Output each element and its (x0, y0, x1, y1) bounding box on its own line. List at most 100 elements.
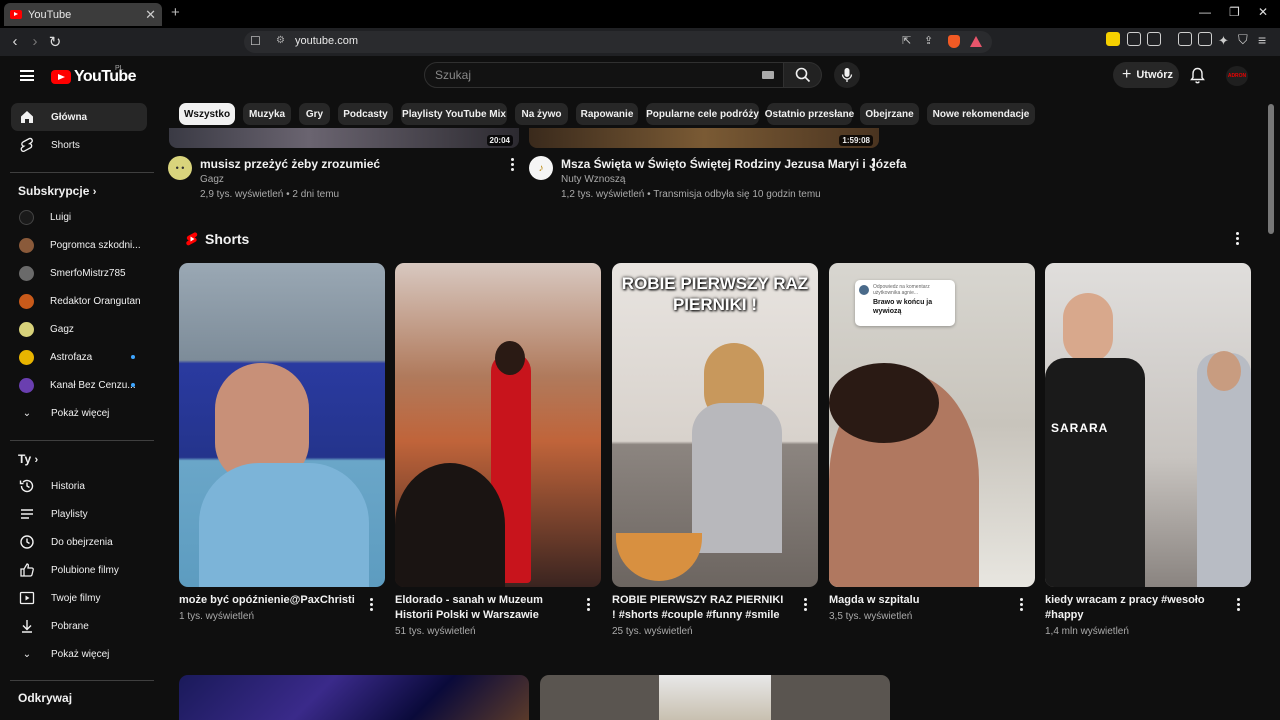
sidebar-item-subscription[interactable]: Gagz (11, 315, 147, 343)
brave-rewards-icon[interactable] (970, 36, 982, 47)
menu-icon[interactable]: ≡ (1258, 32, 1266, 48)
more-actions-icon[interactable] (872, 158, 876, 172)
chip[interactable]: Ostatnio przesłane (765, 103, 854, 125)
search-input[interactable] (424, 62, 784, 88)
video-icon (19, 590, 35, 606)
account-avatar[interactable]: ADRON (1226, 66, 1248, 86)
chip[interactable]: Popularne cele podróży (646, 103, 759, 125)
chip[interactable]: Obejrzane (860, 103, 919, 125)
notifications-bell-icon[interactable] (1190, 67, 1205, 84)
keyboard-icon[interactable] (762, 71, 774, 79)
youtube-header: YouTube PL + Utwórz ADRON (0, 56, 1280, 96)
sidebar-item-your-videos[interactable]: Twoje filmy (11, 584, 147, 612)
chip[interactable]: Nowe rekomendacje (927, 103, 1035, 125)
bookmark-icon[interactable]: ☐ (250, 34, 261, 48)
video-meta: 1,2 tys. wyświetleń • Transmisja odbyła … (561, 189, 821, 200)
playlist-icon (19, 506, 35, 522)
sidebar-item-subscription[interactable]: SmerfoMistrz785 (11, 259, 147, 287)
more-actions-icon[interactable] (587, 598, 591, 612)
chip[interactable]: Na żywo (515, 103, 568, 125)
chip[interactable]: Muzyka (243, 103, 291, 125)
channel-avatar[interactable]: • • (168, 156, 192, 180)
video-channel[interactable]: Nuty Wznoszą (561, 174, 625, 185)
sidebar-item-subscription[interactable]: Astrofaza (11, 343, 147, 371)
maximize-icon[interactable]: ❐ (1229, 5, 1240, 19)
short-title[interactable]: może być opóźnienie@PaxChristi (179, 593, 355, 608)
address-bar[interactable]: ☐ ⚙ youtube.com ⇱ ⇪ (244, 31, 992, 53)
chip[interactable]: Wszystko (179, 103, 235, 125)
close-window-icon[interactable]: ✕ (1258, 5, 1268, 19)
chip[interactable]: Podcasty (338, 103, 393, 125)
short-thumbnail[interactable] (395, 263, 601, 587)
open-external-icon[interactable]: ⇱ (902, 34, 911, 47)
create-button[interactable]: + Utwórz (1113, 62, 1179, 88)
voice-search-button[interactable] (834, 62, 860, 88)
short-thumbnail[interactable]: SARARA (1045, 263, 1251, 587)
chip[interactable]: Playlisty YouTube Mix (401, 103, 507, 125)
back-icon[interactable]: ‹ (6, 33, 24, 50)
video-thumbnail[interactable]: 1:59:08 (529, 128, 879, 148)
home-icon (19, 109, 35, 125)
sidebar-item-playlists[interactable]: Playlisty (11, 500, 147, 528)
chip[interactable]: Gry (299, 103, 330, 125)
sidebar-item-watch-later[interactable]: Do obejrzenia (11, 528, 147, 556)
sidebar-item-history[interactable]: Historia (11, 472, 147, 500)
shorts-shelf-title: Shorts (205, 231, 250, 247)
new-tab-icon[interactable]: + (171, 4, 180, 21)
sidebar-toggle-icon[interactable] (1178, 32, 1192, 46)
forward-icon[interactable]: › (26, 33, 44, 50)
video-thumbnail[interactable] (179, 675, 529, 720)
sidebar-item-subscription[interactable]: Kanał Bez Cenzu... (11, 371, 147, 399)
more-actions-icon[interactable] (804, 598, 808, 612)
video-title[interactable]: musisz przeżyć żeby zrozumieć (200, 157, 380, 171)
chip[interactable]: Rapowanie (576, 103, 638, 125)
brave-shield-icon[interactable] (948, 35, 960, 48)
short-title[interactable]: ROBIE PIERWSZY RAZ PIERNIKI ! #shorts #c… (612, 593, 788, 623)
search-button[interactable] (784, 62, 822, 88)
sidebar-item-subscription[interactable]: Redaktor Orangutan (11, 287, 147, 315)
shelf-more-icon[interactable] (1236, 232, 1240, 246)
vpn-shield-icon[interactable]: ⛉ (1238, 32, 1248, 48)
youtube-play-icon (51, 70, 71, 84)
page-scrollbar[interactable] (1268, 104, 1274, 234)
video-channel[interactable]: Gagz (200, 174, 224, 185)
extensions-puzzle-icon[interactable] (1127, 32, 1141, 46)
more-actions-icon[interactable] (1237, 598, 1241, 612)
sidebar-show-more[interactable]: ⌄ Pokaż więcej (11, 399, 147, 427)
you-header[interactable]: Ty › (18, 452, 38, 466)
reload-icon[interactable]: ↻ (46, 33, 64, 51)
minimize-icon[interactable]: — (1199, 5, 1211, 19)
video-title[interactable]: Msza Święta w Święto Świętej Rodziny Jez… (561, 157, 906, 171)
short-thumbnail[interactable]: Odpowiedz na komentarz użytkownika agnie… (829, 263, 1035, 587)
wallet-2-icon[interactable] (1198, 32, 1212, 46)
short-thumbnail[interactable]: ROBIE PIERWSZY RAZ PIERNIKI ! (612, 263, 818, 587)
channel-avatar[interactable]: ♪ (529, 156, 553, 180)
tab-close-icon[interactable]: ✕ (145, 7, 156, 23)
leo-ai-icon[interactable]: ✦ (1218, 33, 1229, 49)
short-title[interactable]: kiedy wracam z pracy #wesoło #happy (1045, 593, 1221, 623)
video-thumbnail[interactable] (540, 675, 890, 720)
short-title[interactable]: Magda w szpitalu (829, 593, 1005, 608)
sidebar-show-more[interactable]: ⌄ Pokaż więcej (11, 640, 147, 668)
more-actions-icon[interactable] (1020, 598, 1024, 612)
sidebar-item-subscription[interactable]: Pogromca szkodni... (11, 231, 147, 259)
short-title[interactable]: Eldorado - sanah w Muzeum Historii Polsk… (395, 593, 571, 623)
extension-icon[interactable] (1106, 32, 1120, 46)
guide-menu-icon[interactable] (20, 70, 34, 81)
sidebar-item-home[interactable]: Główna (11, 103, 147, 131)
short-views: 1 tys. wyświetleń (179, 611, 255, 622)
more-actions-icon[interactable] (511, 158, 515, 172)
video-thumbnail[interactable]: 20:04 (169, 128, 519, 148)
short-thumbnail[interactable] (179, 263, 385, 587)
subscriptions-header[interactable]: Subskrypcje › (18, 184, 96, 198)
wallet-icon[interactable] (1147, 32, 1161, 46)
sidebar-item-shorts[interactable]: Shorts (11, 131, 147, 159)
browser-tab[interactable]: YouTube ✕ (4, 3, 162, 26)
sidebar-item-downloads[interactable]: Pobrane (11, 612, 147, 640)
sidebar-item-subscription[interactable]: Luigi (11, 203, 147, 231)
share-icon[interactable]: ⇪ (924, 34, 933, 47)
more-actions-icon[interactable] (370, 598, 374, 612)
site-settings-icon[interactable]: ⚙ (276, 35, 285, 46)
sidebar-item-label: Polubione filmy (51, 564, 119, 576)
sidebar-item-liked[interactable]: Polubione filmy (11, 556, 147, 584)
